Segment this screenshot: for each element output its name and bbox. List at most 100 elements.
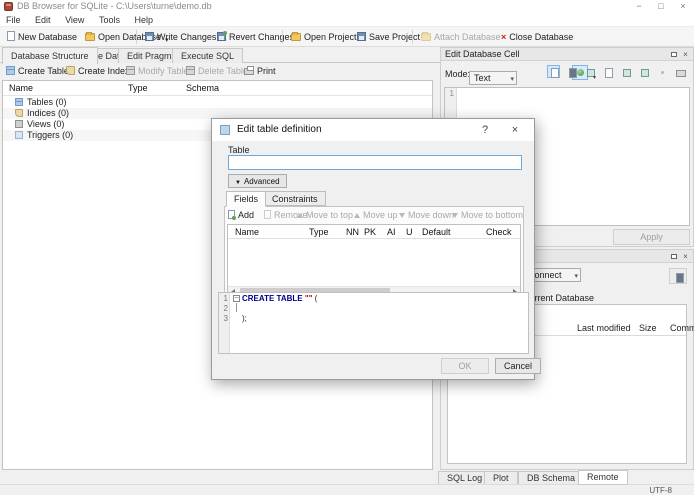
close-database-button[interactable]: × Close Database [496, 29, 578, 45]
menu-item-file[interactable]: File [0, 13, 27, 27]
paste-icon[interactable] [637, 65, 650, 78]
print-button[interactable]: Print [240, 64, 280, 79]
column-default[interactable]: Default [422, 227, 451, 237]
tables-icon [15, 98, 23, 106]
ok-button: OK [441, 358, 489, 374]
window-title: DB Browser for SQLite - C:\Users\turne\d… [17, 1, 212, 11]
column-last-modified[interactable]: Last modified [577, 323, 631, 333]
null-icon[interactable] [601, 65, 614, 78]
sql-code: CREATE TABLE "" (); [242, 294, 318, 323]
export-icon[interactable] [565, 65, 578, 78]
tree-column-type[interactable]: Type [128, 83, 148, 93]
fold-line [236, 303, 237, 312]
sql-preview: 1 2 3 − CREATE TABLE "" (); [218, 292, 529, 354]
toolbar-separator [412, 30, 413, 44]
tab-constraints[interactable]: Constraints [264, 191, 326, 206]
move-to-bottom-button: Move to bottom [452, 209, 523, 222]
tab-fields[interactable]: Fields [226, 191, 267, 207]
mode-select[interactable]: Text ▾ [469, 71, 517, 85]
app-window: DB Browser for SQLite - C:\Users\turne\d… [0, 0, 694, 495]
move-up-button: Move up [354, 209, 398, 222]
new-database-button[interactable]: New Database [2, 29, 82, 45]
float-panel-icon[interactable] [668, 252, 679, 262]
column-size[interactable]: Size [639, 323, 657, 333]
column-pk[interactable]: PK [364, 227, 376, 237]
bottom-tab-bar: SQL Log Plot DB Schema Remote [436, 470, 694, 485]
add-icon [228, 210, 236, 220]
open-database-icon [85, 32, 95, 41]
fields-table[interactable]: Name Type NN PK AI U Default Check [227, 224, 521, 297]
create-index-icon [66, 66, 75, 75]
edit-table-definition-dialog: Edit table definition ? × Table ▼ Advance… [211, 118, 541, 380]
new-database-icon [7, 31, 15, 41]
column-commit[interactable]: Commit [670, 323, 694, 333]
dialog-title: Edit table definition [237, 124, 322, 135]
main-toolbar: New Database Open Database ▾ Write Change… [0, 27, 694, 47]
tab-remote[interactable]: Remote [578, 470, 628, 485]
minimize-button[interactable]: − [628, 0, 650, 13]
close-panel-icon[interactable]: × [680, 252, 691, 262]
delete-table-icon [186, 66, 195, 75]
cell-toolbar [547, 65, 686, 81]
maximize-button[interactable]: □ [650, 0, 672, 13]
copy-icon[interactable] [619, 65, 632, 78]
tab-db-schema[interactable]: DB Schema [518, 471, 585, 485]
move-to-top-button: Move to top [297, 209, 353, 222]
column-ai[interactable]: AI [387, 227, 396, 237]
tree-column-name[interactable]: Name [9, 83, 33, 93]
cell-print-icon[interactable] [673, 65, 686, 78]
dialog-help-button[interactable]: ? [472, 119, 498, 141]
move-to-bottom-icon [452, 213, 458, 218]
save-as-icon[interactable] [583, 65, 596, 81]
add-field-button[interactable]: Add [228, 209, 254, 222]
move-up-icon [354, 213, 360, 218]
dialog-titlebar: Edit table definition ? × [212, 119, 534, 141]
create-table-icon [6, 66, 15, 75]
triggers-icon [15, 131, 23, 139]
advanced-button[interactable]: ▼ Advanced [228, 174, 287, 188]
table-icon [220, 125, 230, 135]
column-name[interactable]: Name [235, 227, 259, 237]
menu-item-tools[interactable]: Tools [93, 13, 126, 27]
dialog-close-button[interactable]: × [502, 119, 528, 141]
cancel-button[interactable]: Cancel [495, 358, 541, 374]
tab-execute-sql[interactable]: Execute SQL [172, 48, 244, 63]
dot-icon[interactable] [655, 65, 668, 78]
write-changes-button[interactable]: Write Changes [140, 29, 221, 45]
sql-gutter: 1 2 3 [219, 293, 230, 353]
column-check[interactable]: Check [486, 227, 512, 237]
import-icon[interactable] [547, 65, 560, 78]
revert-changes-icon [217, 31, 227, 41]
menu-item-help[interactable]: Help [128, 13, 159, 27]
open-project-icon [291, 32, 301, 41]
column-type[interactable]: Type [309, 227, 329, 237]
open-project-button[interactable]: Open Project [286, 29, 362, 45]
save-project-button[interactable]: Save Project [352, 29, 425, 45]
move-to-top-icon [297, 213, 303, 218]
advanced-arrow-icon: ▼ [235, 180, 241, 186]
edit-cell-panel-title: Edit Database Cell [445, 49, 520, 59]
tab-database-structure[interactable]: Database Structure [2, 47, 98, 64]
table-name-input[interactable] [228, 155, 522, 170]
encoding-indicator[interactable]: UTF-8 [649, 486, 672, 495]
save-project-icon [357, 32, 366, 41]
menu-item-edit[interactable]: Edit [29, 13, 57, 27]
views-icon [15, 120, 23, 128]
tree-item-tables[interactable]: Tables (0) [3, 97, 432, 108]
menu-item-view[interactable]: View [59, 13, 90, 27]
upload-icon [672, 270, 685, 283]
modify-table-icon [126, 66, 135, 75]
attach-database-button: Attach Database [416, 29, 506, 45]
float-panel-icon[interactable] [668, 50, 679, 60]
attach-database-icon [421, 32, 431, 41]
status-bar: UTF-8 [0, 484, 694, 495]
edit-cell-panel-header: Edit Database Cell × [441, 48, 693, 61]
column-u[interactable]: U [406, 227, 413, 237]
fold-marker-icon[interactable]: − [233, 295, 240, 302]
close-button[interactable]: × [672, 0, 694, 13]
close-panel-icon[interactable]: × [680, 50, 691, 60]
mode-label: Mode: [445, 69, 471, 79]
tree-column-schema[interactable]: Schema [186, 83, 219, 93]
column-nn[interactable]: NN [346, 227, 359, 237]
tab-plot[interactable]: Plot [484, 471, 518, 485]
